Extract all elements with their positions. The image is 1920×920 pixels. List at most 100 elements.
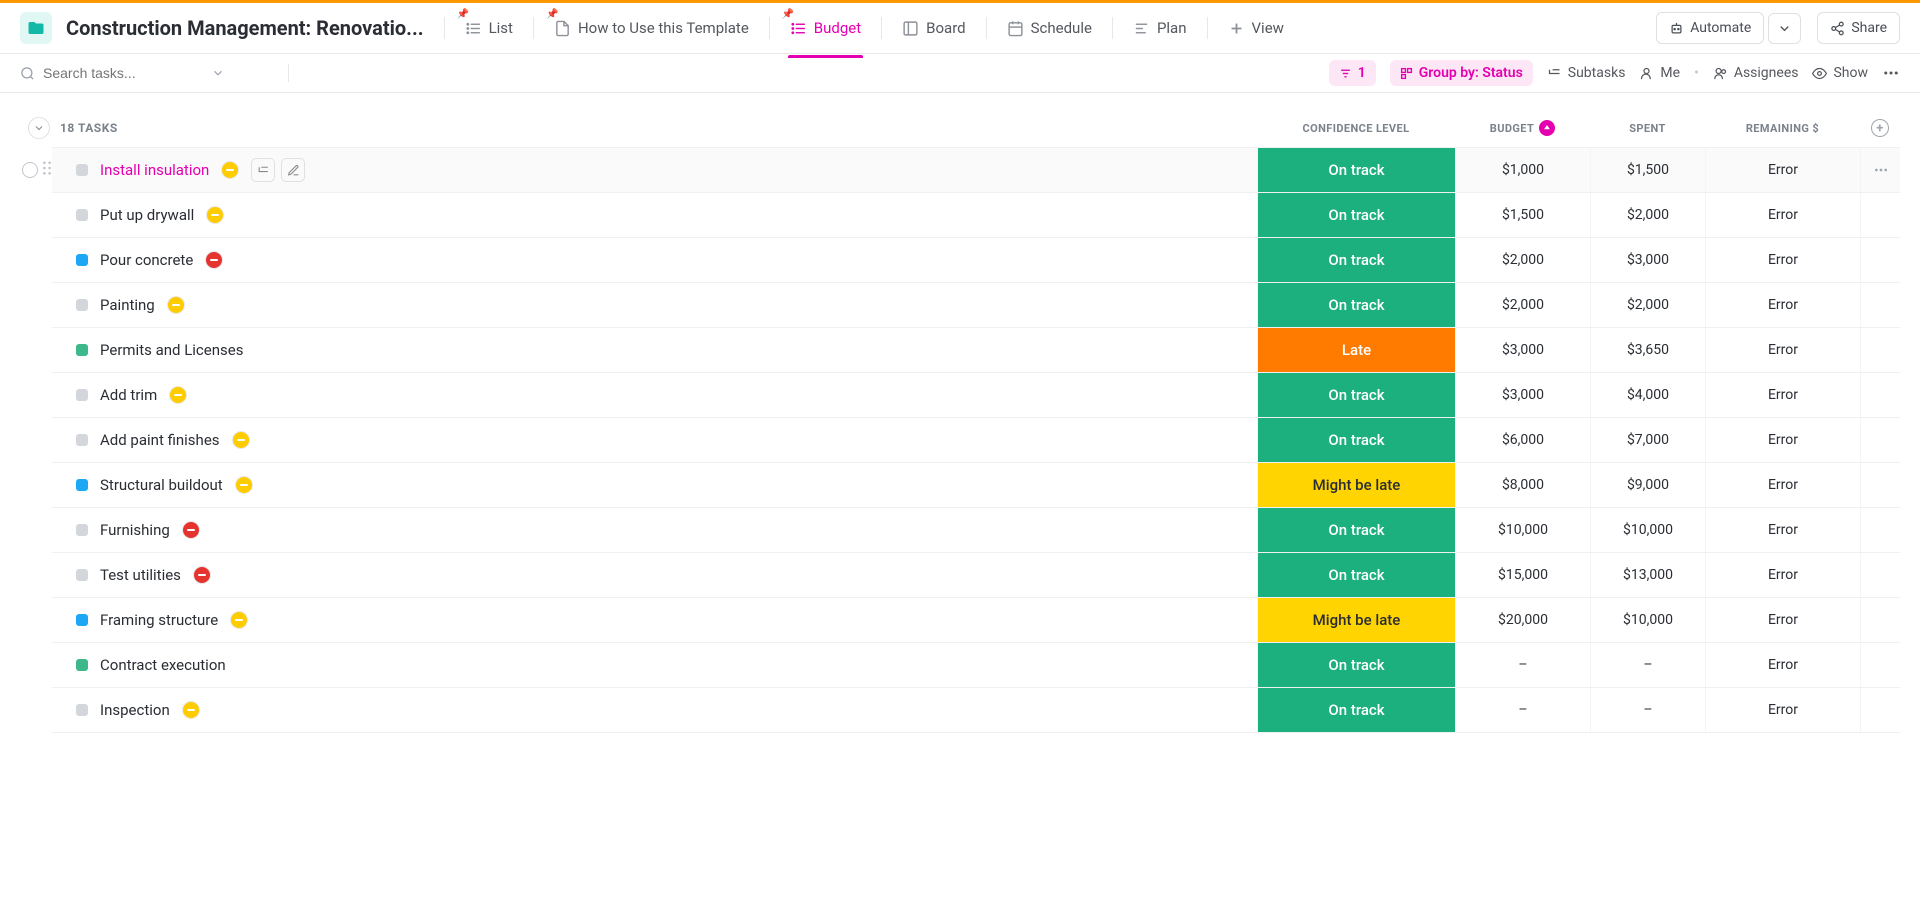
task-name[interactable]: Structural buildout bbox=[100, 476, 223, 494]
cell-spent[interactable]: $10,000 bbox=[1590, 598, 1705, 642]
priority-badge[interactable] bbox=[205, 251, 223, 269]
cell-budget[interactable]: $1,500 bbox=[1455, 193, 1590, 237]
table-row[interactable]: Inspection On track – – Error bbox=[52, 688, 1900, 733]
table-row[interactable]: Furnishing On track $10,000 $10,000 Erro… bbox=[52, 508, 1900, 553]
cell-spent[interactable]: $7,000 bbox=[1590, 418, 1705, 462]
task-name[interactable]: Permits and Licenses bbox=[100, 341, 243, 359]
select-circle-icon[interactable] bbox=[22, 162, 38, 178]
cell-spent[interactable]: – bbox=[1590, 688, 1705, 732]
tab-list[interactable]: 📌 List bbox=[453, 11, 525, 45]
table-row[interactable]: Contract execution On track – – Error bbox=[52, 643, 1900, 688]
cell-confidence[interactable]: Late bbox=[1257, 328, 1455, 372]
status-square[interactable] bbox=[76, 209, 88, 221]
cell-spent[interactable]: $2,000 bbox=[1590, 283, 1705, 327]
page-title[interactable]: Construction Management: Renovatio... bbox=[66, 16, 424, 40]
col-remaining[interactable]: REMAINING $ bbox=[1705, 122, 1860, 135]
cell-confidence[interactable]: On track bbox=[1257, 508, 1455, 552]
table-row[interactable]: Framing structure Might be late $20,000 … bbox=[52, 598, 1900, 643]
task-name[interactable]: Install insulation bbox=[100, 161, 209, 179]
tab-budget[interactable]: 📌 Budget bbox=[778, 11, 873, 45]
automate-button[interactable]: Automate bbox=[1656, 12, 1764, 44]
col-budget[interactable]: BUDGET bbox=[1455, 120, 1590, 136]
cell-budget[interactable]: $8,000 bbox=[1455, 463, 1590, 507]
task-name[interactable]: Furnishing bbox=[100, 521, 170, 539]
search-input[interactable] bbox=[43, 65, 203, 81]
subtask-icon[interactable] bbox=[251, 158, 275, 182]
task-name[interactable]: Add paint finishes bbox=[100, 431, 220, 449]
task-name[interactable]: Pour concrete bbox=[100, 251, 193, 269]
tab-add-view[interactable]: View bbox=[1216, 11, 1296, 45]
table-row[interactable]: Structural buildout Might be late $8,000… bbox=[52, 463, 1900, 508]
table-row[interactable]: Test utilities On track $15,000 $13,000 … bbox=[52, 553, 1900, 598]
cell-more[interactable] bbox=[1860, 508, 1900, 552]
folder-icon[interactable] bbox=[20, 12, 52, 44]
cell-budget[interactable]: $15,000 bbox=[1455, 553, 1590, 597]
cell-more[interactable] bbox=[1860, 283, 1900, 327]
status-square[interactable] bbox=[76, 434, 88, 446]
filter-pill[interactable]: 1 bbox=[1329, 60, 1376, 86]
table-row[interactable]: Add trim On track $3,000 $4,000 Error bbox=[52, 373, 1900, 418]
status-square[interactable] bbox=[76, 569, 88, 581]
cell-remaining[interactable]: Error bbox=[1705, 418, 1860, 462]
cell-budget[interactable]: – bbox=[1455, 643, 1590, 687]
cell-confidence[interactable]: On track bbox=[1257, 238, 1455, 282]
table-row[interactable]: Put up drywall On track $1,500 $2,000 Er… bbox=[52, 193, 1900, 238]
assignees-filter[interactable]: Assignees bbox=[1713, 65, 1799, 81]
cell-budget[interactable]: $10,000 bbox=[1455, 508, 1590, 552]
task-name[interactable]: Contract execution bbox=[100, 656, 226, 674]
cell-spent[interactable]: $2,000 bbox=[1590, 193, 1705, 237]
cell-budget[interactable]: $2,000 bbox=[1455, 283, 1590, 327]
cell-more[interactable] bbox=[1860, 463, 1900, 507]
cell-budget[interactable]: $6,000 bbox=[1455, 418, 1590, 462]
task-name[interactable]: Inspection bbox=[100, 701, 170, 719]
add-column[interactable]: + bbox=[1860, 119, 1900, 137]
cell-confidence[interactable]: Might be late bbox=[1257, 463, 1455, 507]
cell-remaining[interactable]: Error bbox=[1705, 238, 1860, 282]
cell-spent[interactable]: $4,000 bbox=[1590, 373, 1705, 417]
cell-more[interactable] bbox=[1860, 643, 1900, 687]
status-square[interactable] bbox=[76, 704, 88, 716]
cell-more[interactable] bbox=[1860, 238, 1900, 282]
cell-more[interactable] bbox=[1860, 688, 1900, 732]
priority-badge[interactable] bbox=[235, 476, 253, 494]
status-square[interactable] bbox=[76, 614, 88, 626]
cell-confidence[interactable]: On track bbox=[1257, 688, 1455, 732]
cell-confidence[interactable]: On track bbox=[1257, 373, 1455, 417]
cell-budget[interactable]: – bbox=[1455, 688, 1590, 732]
priority-badge[interactable] bbox=[182, 701, 200, 719]
priority-badge[interactable] bbox=[169, 386, 187, 404]
col-confidence[interactable]: CONFIDENCE LEVEL bbox=[1257, 122, 1455, 135]
cell-remaining[interactable]: Error bbox=[1705, 328, 1860, 372]
row-handles[interactable] bbox=[22, 161, 52, 179]
cell-more[interactable] bbox=[1860, 328, 1900, 372]
task-name[interactable]: Painting bbox=[100, 296, 155, 314]
table-row[interactable]: Add paint finishes On track $6,000 $7,00… bbox=[52, 418, 1900, 463]
priority-badge[interactable] bbox=[221, 161, 239, 179]
tab-howto[interactable]: 📌 How to Use this Template bbox=[542, 11, 761, 45]
more-menu[interactable] bbox=[1882, 64, 1900, 82]
priority-badge[interactable] bbox=[182, 521, 200, 539]
tab-schedule[interactable]: Schedule bbox=[995, 11, 1104, 45]
cell-spent[interactable]: $10,000 bbox=[1590, 508, 1705, 552]
cell-confidence[interactable]: On track bbox=[1257, 418, 1455, 462]
cell-more[interactable] bbox=[1860, 193, 1900, 237]
cell-more[interactable] bbox=[1860, 148, 1900, 192]
cell-more[interactable] bbox=[1860, 373, 1900, 417]
drag-handle-icon[interactable] bbox=[42, 161, 52, 179]
tab-board[interactable]: Board bbox=[890, 11, 977, 45]
cell-remaining[interactable]: Error bbox=[1705, 508, 1860, 552]
priority-badge[interactable] bbox=[232, 431, 250, 449]
cell-remaining[interactable]: Error bbox=[1705, 373, 1860, 417]
cell-more[interactable] bbox=[1860, 553, 1900, 597]
cell-remaining[interactable]: Error bbox=[1705, 688, 1860, 732]
me-filter[interactable]: Me bbox=[1639, 65, 1680, 81]
status-square[interactable] bbox=[76, 659, 88, 671]
cell-spent[interactable]: $3,650 bbox=[1590, 328, 1705, 372]
automate-dropdown[interactable] bbox=[1768, 13, 1801, 44]
status-square[interactable] bbox=[76, 254, 88, 266]
status-square[interactable] bbox=[76, 479, 88, 491]
groupby-pill[interactable]: Group by: Status bbox=[1390, 60, 1533, 86]
cell-budget[interactable]: $20,000 bbox=[1455, 598, 1590, 642]
search-box[interactable] bbox=[20, 65, 270, 81]
cell-spent[interactable]: – bbox=[1590, 643, 1705, 687]
